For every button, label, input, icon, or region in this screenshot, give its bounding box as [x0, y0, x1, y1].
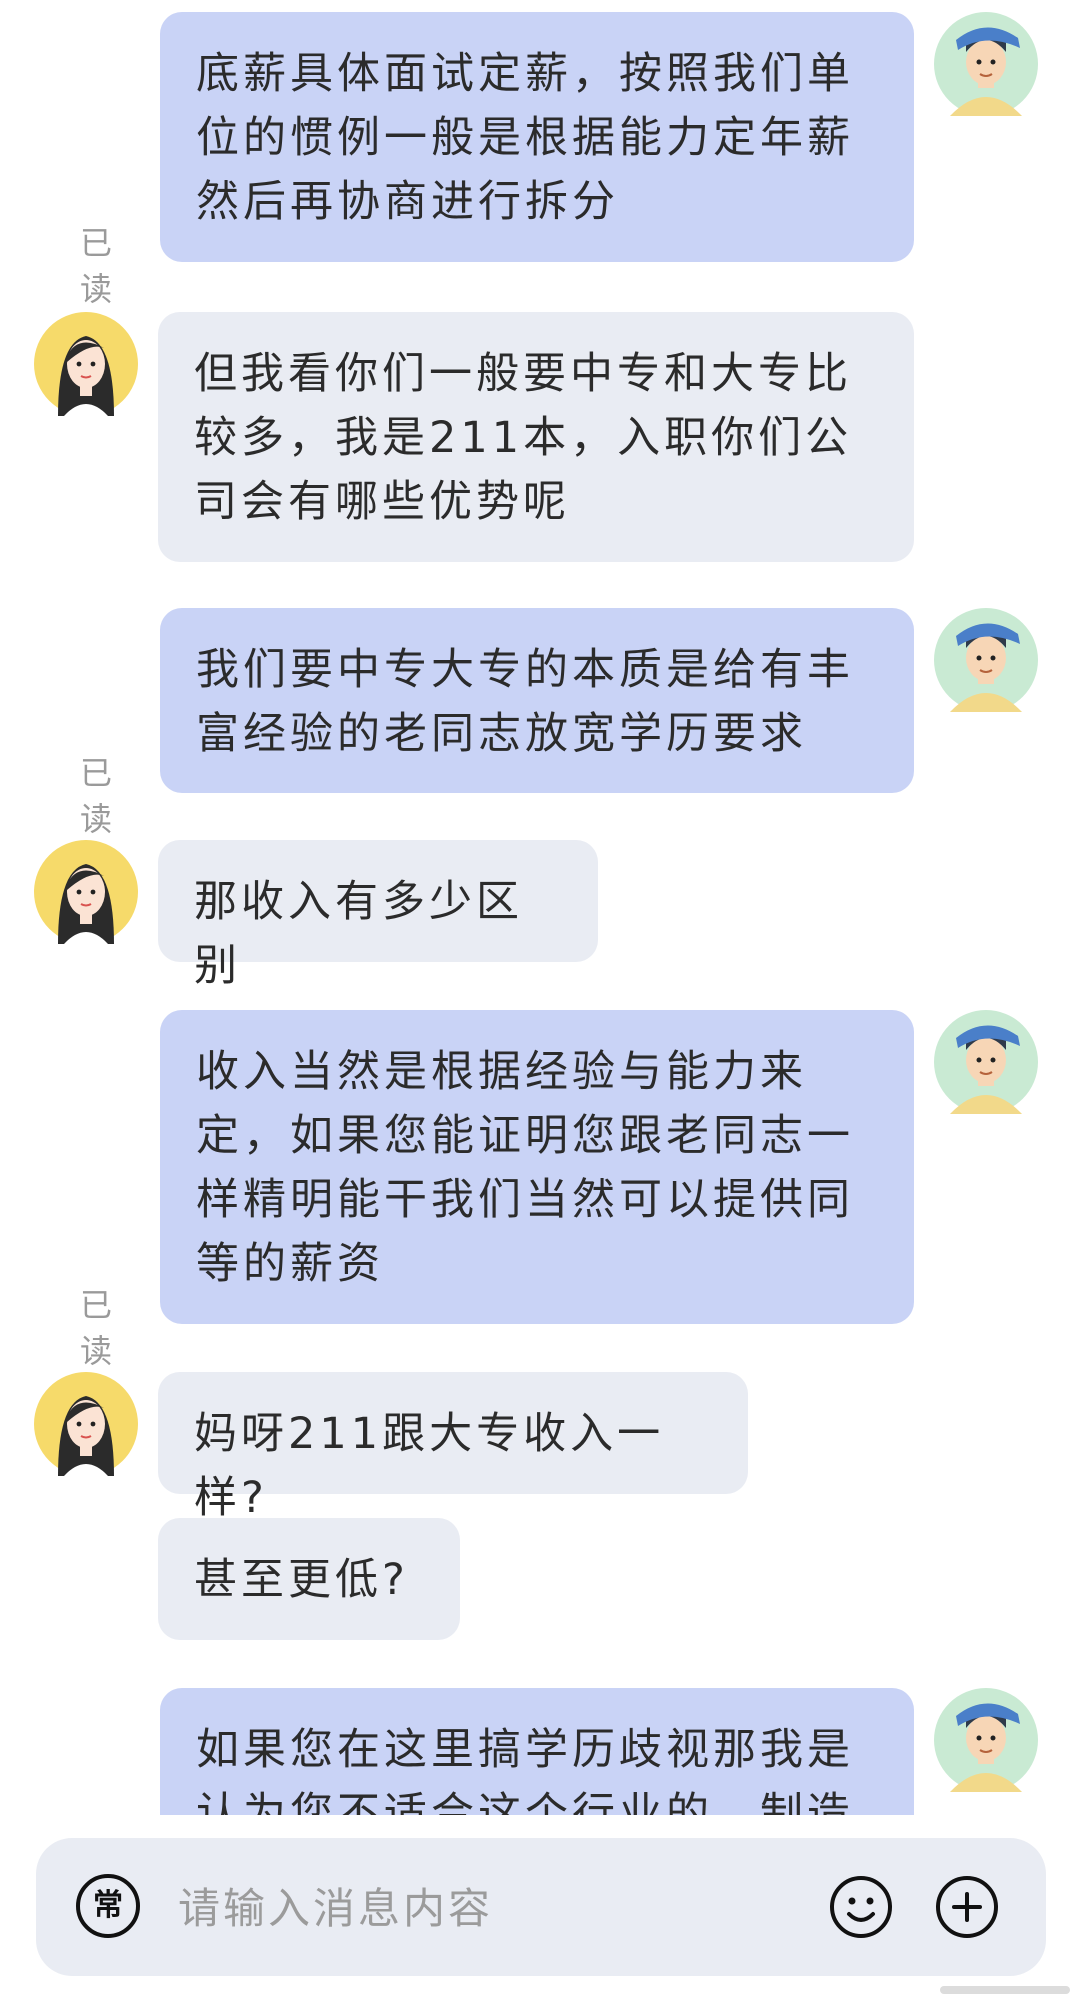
common-phrases-button[interactable]: 常 — [76, 1874, 140, 1938]
contact-avatar[interactable] — [34, 1372, 138, 1476]
read-receipt: 已读 — [80, 754, 115, 838]
plus-circle-icon[interactable] — [934, 1874, 1000, 1940]
message-input-bar: 常 — [36, 1838, 1046, 1976]
user-avatar[interactable] — [934, 12, 1038, 116]
chat-message-list[interactable]: 已读 底薪具体面试定薪，按照我们单位的惯例一般是根据能力定年薪然后再协商进行拆分… — [0, 0, 1080, 1815]
user-avatar[interactable] — [934, 1010, 1038, 1114]
smiley-icon[interactable] — [828, 1874, 894, 1940]
message-bubble[interactable]: 但我看你们一般要中专和大专比较多，我是211本，入职你们公司会有哪些优势呢 — [158, 312, 914, 562]
read-receipt: 已读 — [80, 1286, 115, 1370]
user-avatar[interactable] — [934, 608, 1038, 712]
read-receipt: 已读 — [80, 224, 115, 308]
message-bubble[interactable]: 那收入有多少区别 — [158, 840, 598, 991]
message-bubble[interactable]: 妈呀211跟大专收入一样? — [158, 1372, 748, 1523]
message-bubble[interactable]: 如果您在这里搞学历歧视那我是认为您不适合这个行业的，制造 — [160, 1688, 914, 1815]
message-bubble[interactable]: 我们要中专大专的本质是给有丰富经验的老同志放宽学历要求 — [160, 608, 914, 793]
home-indicator — [940, 1986, 1070, 1994]
message-bubble[interactable]: 收入当然是根据经验与能力来定，如果您能证明您跟老同志一样精明能干我们当然可以提供… — [160, 1010, 914, 1324]
message-bubble[interactable]: 甚至更低? — [158, 1518, 460, 1640]
contact-avatar[interactable] — [34, 840, 138, 944]
message-bubble[interactable]: 底薪具体面试定薪，按照我们单位的惯例一般是根据能力定年薪然后再协商进行拆分 — [160, 12, 914, 262]
message-input[interactable] — [176, 1872, 820, 1944]
contact-avatar[interactable] — [34, 312, 138, 416]
user-avatar[interactable] — [934, 1688, 1038, 1792]
